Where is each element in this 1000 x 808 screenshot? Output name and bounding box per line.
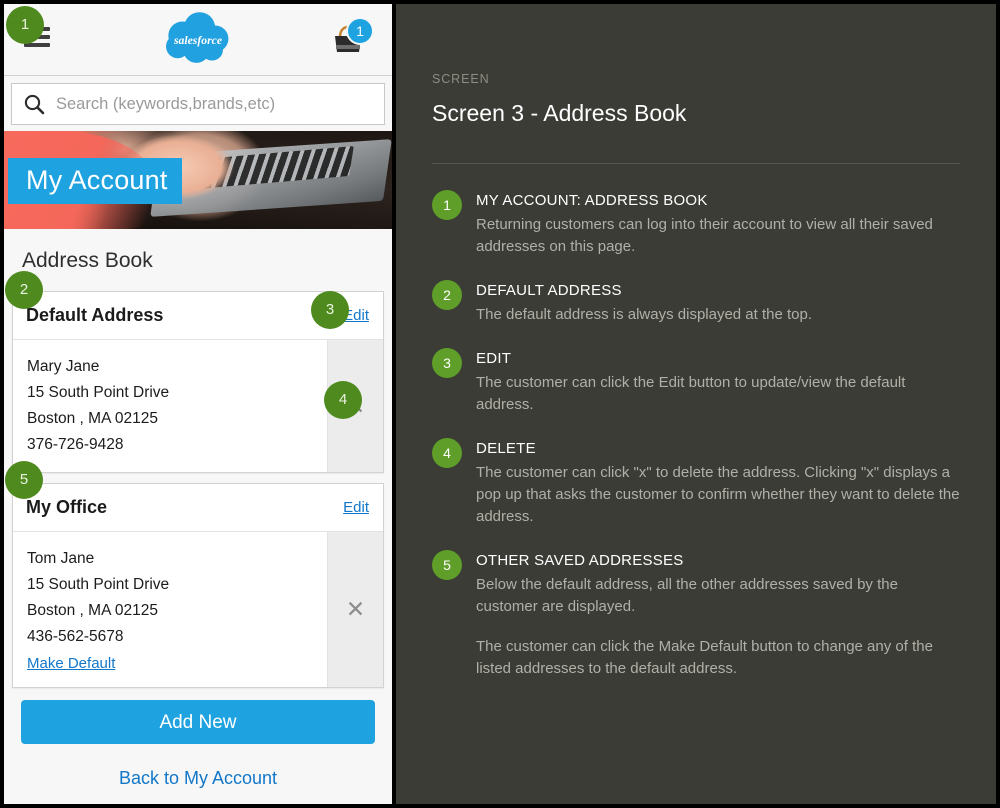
note-body: OTHER SAVED ADDRESSES Below the default … bbox=[476, 550, 960, 680]
note-body: DELETE The customer can click "x" to del… bbox=[476, 438, 960, 528]
address-lines: Mary Jane 15 South Point Drive Boston , … bbox=[13, 340, 327, 472]
note-heading: DELETE bbox=[476, 440, 536, 457]
note-item: 4 DELETE The customer can click "x" to d… bbox=[432, 438, 960, 528]
shopping-bag-button[interactable]: 1 bbox=[328, 17, 374, 59]
callout-badge-2: 2 bbox=[5, 271, 43, 309]
address-line: Boston , MA 02125 bbox=[27, 602, 158, 619]
note-number-badge: 2 bbox=[432, 280, 462, 310]
panel-title: Screen 3 - Address Book bbox=[432, 100, 687, 126]
note-heading: MY ACCOUNT: ADDRESS BOOK bbox=[476, 192, 708, 209]
note-text-secondary: The customer can click the Make Default … bbox=[476, 638, 933, 677]
note-number-badge: 5 bbox=[432, 550, 462, 580]
address-line: Mary Jane bbox=[27, 358, 100, 375]
address-lines: Tom Jane 15 South Point Drive Boston , M… bbox=[13, 532, 327, 687]
note-item: 3 EDIT The customer can click the Edit b… bbox=[432, 348, 960, 416]
divider bbox=[432, 163, 960, 164]
note-item: 2 DEFAULT ADDRESS The default address is… bbox=[432, 280, 960, 326]
address-card: My Office Edit Tom Jane 15 South Point D… bbox=[12, 483, 384, 688]
note-item: 5 OTHER SAVED ADDRESSES Below the defaul… bbox=[432, 550, 960, 680]
callout-badge-5: 5 bbox=[5, 461, 43, 499]
address-line: 436-562-5678 bbox=[27, 628, 124, 645]
screenshot-root: salesforce 1 Search (keywords,brands,etc… bbox=[0, 0, 1000, 808]
search-icon bbox=[12, 93, 56, 115]
hero-banner: My Account bbox=[4, 131, 392, 229]
edit-address-link[interactable]: Edit bbox=[343, 499, 369, 516]
bag-count-badge: 1 bbox=[346, 17, 374, 45]
note-text: The customer can click the Edit button t… bbox=[476, 374, 906, 413]
callout-badge-1: 1 bbox=[6, 6, 44, 44]
panel-kicker: SCREEN bbox=[432, 72, 490, 86]
address-line: 376-726-9428 bbox=[27, 436, 124, 453]
address-card-title: Default Address bbox=[26, 305, 164, 325]
page-title: Address Book bbox=[4, 229, 392, 291]
note-text: Below the default address, all the other… bbox=[476, 576, 898, 615]
note-number-badge: 3 bbox=[432, 348, 462, 378]
make-default-link[interactable]: Make Default bbox=[27, 655, 115, 672]
address-card-header: My Office Edit bbox=[13, 484, 383, 532]
note-body: EDIT The customer can click the Edit but… bbox=[476, 348, 960, 416]
back-to-my-account-link[interactable]: Back to My Account bbox=[4, 768, 392, 789]
hero-title-tag: My Account bbox=[8, 158, 182, 204]
search-input[interactable] bbox=[56, 94, 384, 114]
note-heading: DEFAULT ADDRESS bbox=[476, 282, 622, 299]
address-card-body: Tom Jane 15 South Point Drive Boston , M… bbox=[13, 532, 383, 687]
note-number-badge: 1 bbox=[432, 190, 462, 220]
address-line: 15 South Point Drive bbox=[27, 384, 170, 401]
search-bar[interactable] bbox=[11, 83, 385, 125]
salesforce-logo[interactable]: salesforce bbox=[159, 12, 237, 67]
note-text: Returning customers can log into their a… bbox=[476, 216, 933, 255]
close-x-icon: ✕ bbox=[345, 596, 366, 622]
note-heading: EDIT bbox=[476, 350, 512, 367]
delete-address-button[interactable]: ✕ bbox=[327, 532, 383, 687]
address-line: 15 South Point Drive bbox=[27, 576, 170, 593]
note-text: The default address is always displayed … bbox=[476, 306, 813, 323]
annotation-panel: SCREEN Screen 3 - Address Book 1 MY ACCO… bbox=[396, 4, 996, 804]
note-heading: OTHER SAVED ADDRESSES bbox=[476, 552, 684, 569]
address-card-title: My Office bbox=[26, 497, 108, 517]
note-number-badge: 4 bbox=[432, 438, 462, 468]
add-new-address-button[interactable]: Add New bbox=[21, 700, 375, 744]
app-header: salesforce 1 bbox=[4, 4, 392, 76]
svg-text:salesforce: salesforce bbox=[173, 34, 222, 47]
address-line: Boston , MA 02125 bbox=[27, 410, 158, 427]
note-item: 1 MY ACCOUNT: ADDRESS BOOK Returning cus… bbox=[432, 190, 960, 258]
note-text: The customer can click "x" to delete the… bbox=[476, 464, 960, 525]
callout-badge-3: 3 bbox=[311, 291, 349, 329]
note-body: MY ACCOUNT: ADDRESS BOOK Returning custo… bbox=[476, 190, 960, 258]
callout-badge-4: 4 bbox=[324, 381, 362, 419]
address-line: Tom Jane bbox=[27, 550, 95, 567]
note-body: DEFAULT ADDRESS The default address is a… bbox=[476, 280, 960, 326]
